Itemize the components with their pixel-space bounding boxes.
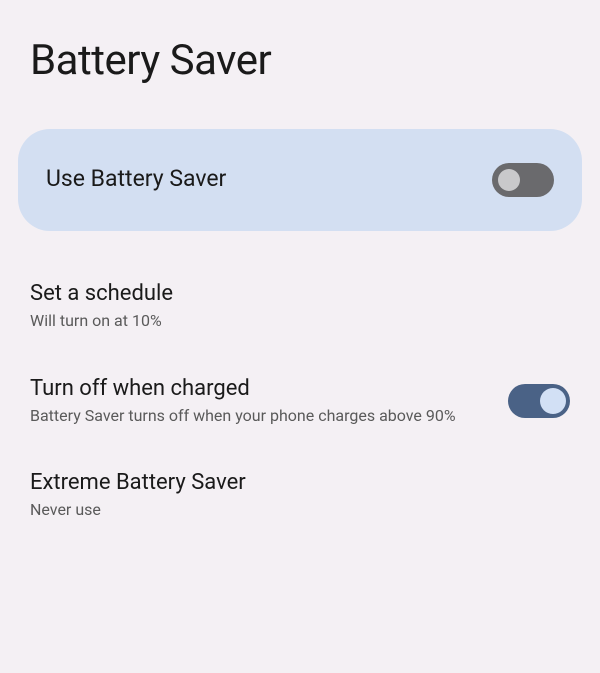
set-schedule-subtitle: Will turn on at 10%	[30, 310, 550, 332]
turn-off-charged-row[interactable]: Turn off when charged Battery Saver turn…	[0, 354, 600, 449]
use-battery-saver-toggle[interactable]	[492, 163, 554, 197]
set-schedule-text: Set a schedule Will turn on at 10%	[30, 281, 570, 332]
extreme-title: Extreme Battery Saver	[30, 470, 550, 495]
battery-saver-settings: Battery Saver Use Battery Saver Set a sc…	[0, 0, 600, 543]
set-schedule-row[interactable]: Set a schedule Will turn on at 10%	[0, 259, 600, 354]
extreme-subtitle: Never use	[30, 499, 550, 521]
use-battery-saver-row[interactable]: Use Battery Saver	[18, 129, 582, 231]
extreme-text: Extreme Battery Saver Never use	[30, 470, 570, 521]
use-battery-saver-label: Use Battery Saver	[46, 165, 226, 192]
extreme-battery-saver-row[interactable]: Extreme Battery Saver Never use	[0, 448, 600, 543]
turn-off-charged-subtitle: Battery Saver turns off when your phone …	[30, 405, 488, 427]
page-title: Battery Saver	[0, 0, 600, 115]
toggle-knob	[540, 388, 566, 414]
turn-off-charged-toggle[interactable]	[508, 384, 570, 418]
set-schedule-title: Set a schedule	[30, 281, 550, 306]
turn-off-charged-title: Turn off when charged	[30, 376, 488, 401]
turn-off-charged-text: Turn off when charged Battery Saver turn…	[30, 376, 508, 427]
toggle-knob	[498, 169, 520, 191]
